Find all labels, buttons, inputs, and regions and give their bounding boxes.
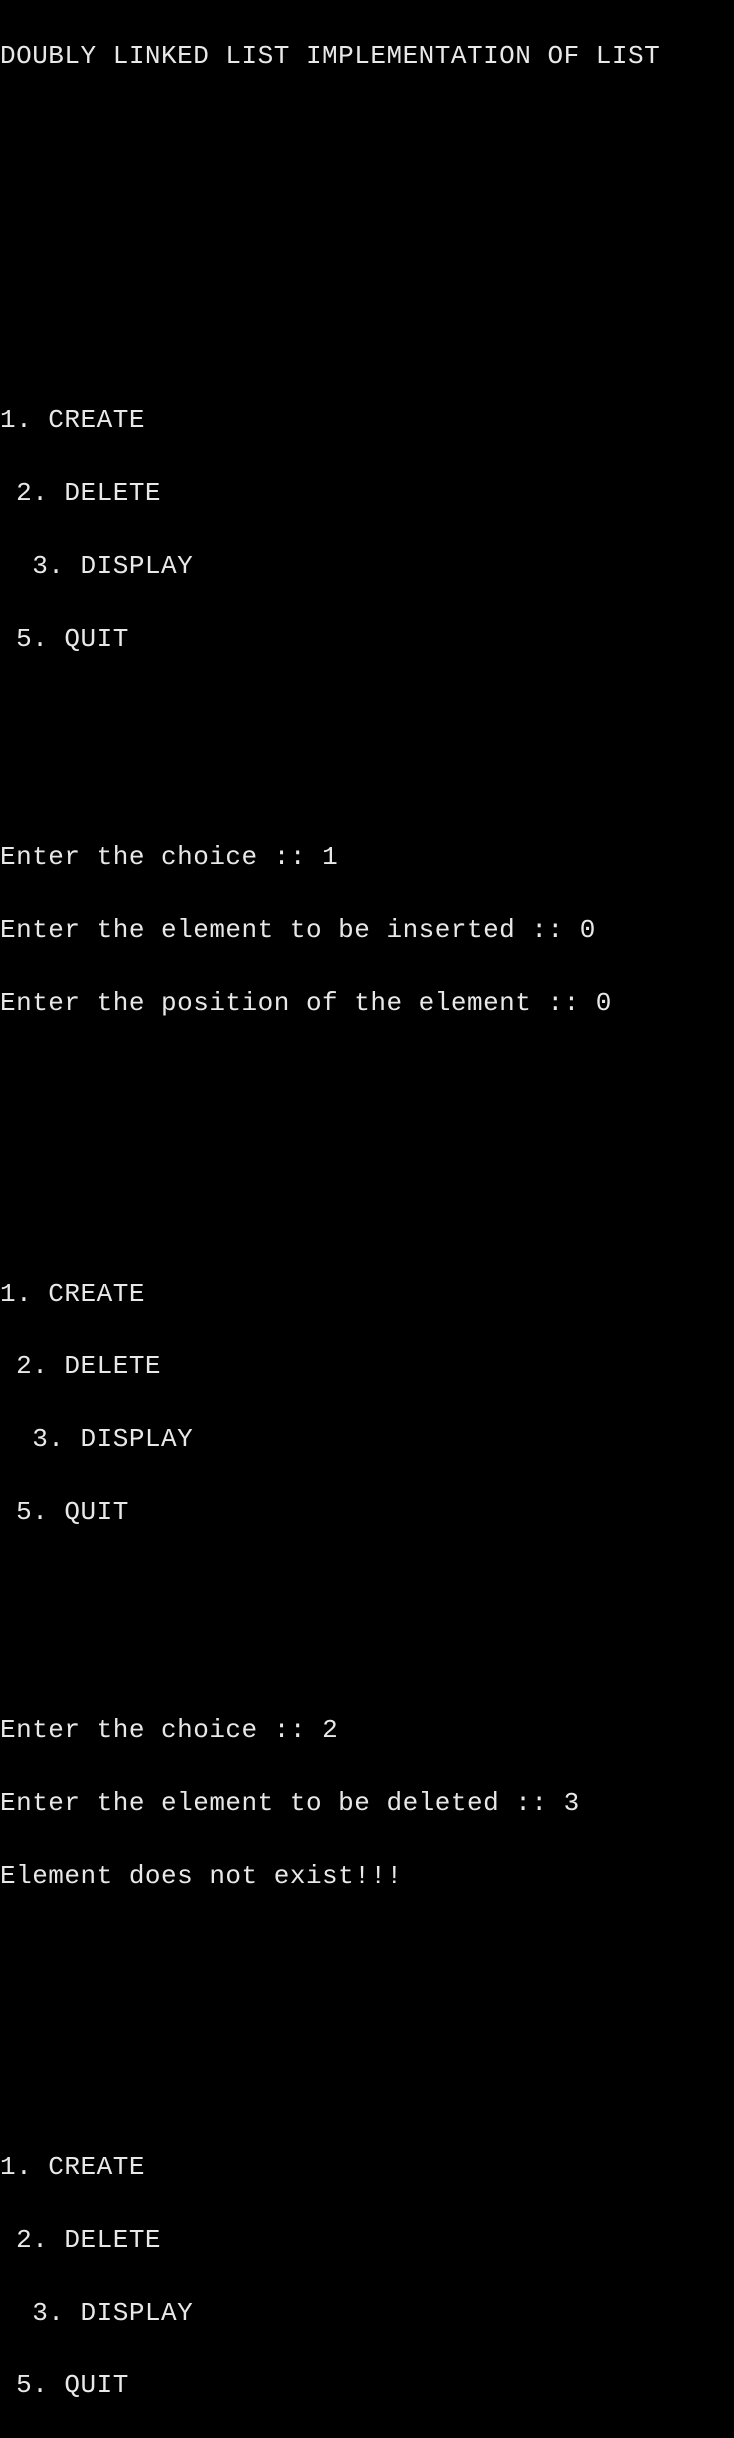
menu-item-create: 1. CREATE (0, 2149, 734, 2185)
prompt-line: Enter the choice :: 1 (0, 839, 734, 875)
blank-line (0, 1567, 734, 1603)
blank-line (0, 2003, 734, 2039)
terminal-output[interactable]: DOUBLY LINKED LIST IMPLEMENTATION OF LIS… (0, 2, 734, 2438)
menu-item-create: 1. CREATE (0, 402, 734, 438)
prompt-line: Enter the position of the element :: 0 (0, 985, 734, 1021)
element-input: 3 (564, 1788, 580, 1818)
element-prompt: Enter the element to be deleted :: (0, 1788, 564, 1818)
menu-item-quit: 5. QUIT (0, 1494, 734, 1530)
blank-line (0, 766, 734, 802)
title-line: DOUBLY LINKED LIST IMPLEMENTATION OF LIS… (0, 38, 734, 74)
blank-line (0, 693, 734, 729)
menu-item-display: 3. DISPLAY (0, 1421, 734, 1457)
menu-item-display: 3. DISPLAY (0, 548, 734, 584)
choice-input: 1 (322, 842, 338, 872)
blank-line (0, 184, 734, 220)
blank-line (0, 1931, 734, 1967)
element-prompt: Enter the element to be inserted :: (0, 915, 580, 945)
blank-line (0, 330, 734, 366)
blank-line (0, 1130, 734, 1166)
prompt-line: Enter the element to be deleted :: 3 (0, 1785, 734, 1821)
choice-prompt: Enter the choice :: (0, 1715, 322, 1745)
element-input: 0 (580, 915, 596, 945)
position-input: 0 (596, 988, 612, 1018)
blank-line (0, 111, 734, 147)
menu-item-create: 1. CREATE (0, 1276, 734, 1312)
menu-item-quit: 5. QUIT (0, 2367, 734, 2403)
position-prompt: Enter the position of the element :: (0, 988, 596, 1018)
menu-item-quit: 5. QUIT (0, 621, 734, 657)
menu-item-delete: 2. DELETE (0, 2222, 734, 2258)
blank-line (0, 1057, 734, 1093)
prompt-line: Enter the element to be inserted :: 0 (0, 912, 734, 948)
choice-input: 2 (322, 1715, 338, 1745)
error-message: Element does not exist!!! (0, 1858, 734, 1894)
menu-item-delete: 2. DELETE (0, 1348, 734, 1384)
menu-item-delete: 2. DELETE (0, 475, 734, 511)
blank-line (0, 1203, 734, 1239)
blank-line (0, 257, 734, 293)
blank-line (0, 1640, 734, 1676)
menu-item-display: 3. DISPLAY (0, 2295, 734, 2331)
prompt-line: Enter the choice :: 2 (0, 1712, 734, 1748)
blank-line (0, 2076, 734, 2112)
choice-prompt: Enter the choice :: (0, 842, 322, 872)
